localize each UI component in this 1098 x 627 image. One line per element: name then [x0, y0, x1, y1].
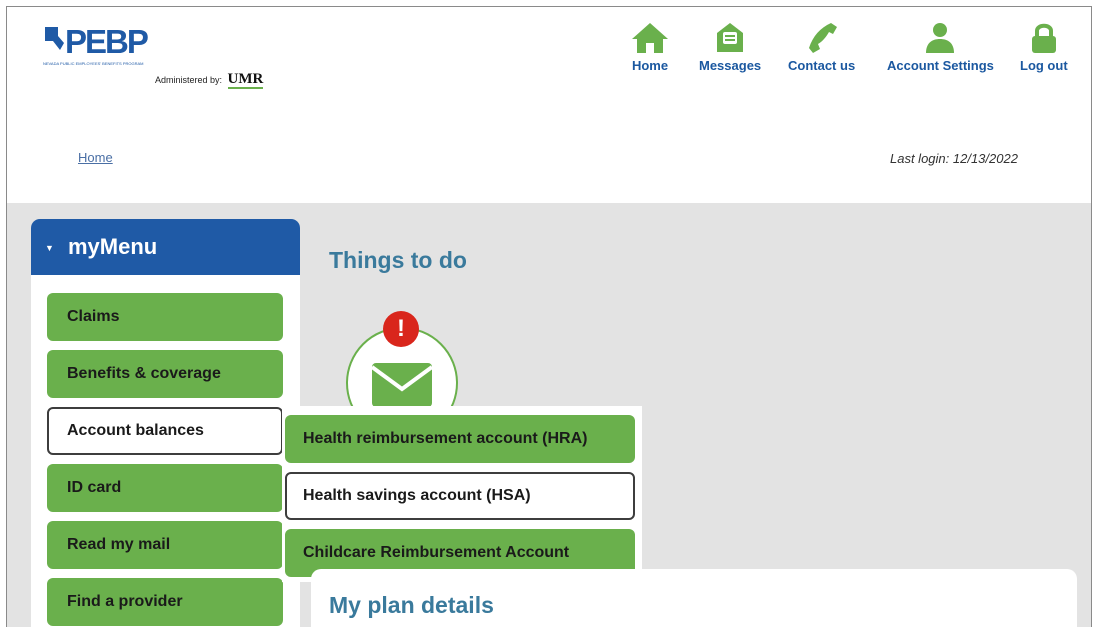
administered-label: Administered by:: [155, 75, 223, 85]
nav-messages[interactable]: Messages: [699, 21, 761, 73]
logo-tagline: NEVADA PUBLIC EMPLOYEES' BENEFITS PROGRA…: [43, 61, 144, 66]
nav-logout[interactable]: Log out: [1020, 21, 1068, 73]
nevada-state-icon: [45, 27, 64, 50]
caret-down-icon: ▼: [45, 243, 54, 253]
mymenu-header[interactable]: ▼ myMenu: [31, 219, 300, 275]
things-to-do-heading: Things to do: [329, 247, 467, 273]
menu-item-benefits-coverage[interactable]: Benefits & coverage: [47, 350, 283, 398]
menu-item-account-balances[interactable]: Account balances: [47, 407, 283, 455]
menu-item-claims[interactable]: Claims: [47, 293, 283, 341]
phone-icon: [808, 23, 837, 53]
pebp-logo[interactable]: PEBP NEVADA PUBLIC EMPLOYEES' BENEFITS P…: [43, 25, 153, 73]
home-icon: [632, 23, 668, 53]
submenu-item-hra[interactable]: Health reimbursement account (HRA): [285, 415, 635, 463]
nav-account-settings[interactable]: Account Settings: [887, 21, 994, 73]
site-header: PEBP NEVADA PUBLIC EMPLOYEES' BENEFITS P…: [7, 7, 1091, 203]
alert-badge: !: [383, 311, 419, 347]
umr-logo: UMR: [227, 71, 264, 89]
nav-logout-label: Log out: [1020, 58, 1068, 73]
submenu-item-hsa[interactable]: Health savings account (HSA): [285, 472, 635, 520]
envelope-icon: [717, 23, 744, 52]
last-login: Last login: 12/13/2022: [890, 151, 1018, 166]
administered-by: Administered by: UMR: [155, 71, 264, 89]
nav-contact[interactable]: Contact us: [788, 21, 855, 73]
nav-account-settings-label: Account Settings: [887, 58, 994, 73]
nav-home[interactable]: Home: [630, 21, 670, 73]
menu-item-find-a-provider[interactable]: Find a provider: [47, 578, 283, 626]
logo-text: PEBP: [65, 23, 149, 60]
nav-home-label: Home: [631, 58, 669, 73]
lock-icon: [1031, 23, 1056, 53]
mail-icon: [370, 363, 434, 407]
menu-item-read-my-mail[interactable]: Read my mail: [47, 521, 283, 569]
user-icon: [926, 23, 955, 53]
app-window: PEBP NEVADA PUBLIC EMPLOYEES' BENEFITS P…: [6, 6, 1092, 627]
nav-messages-label: Messages: [699, 58, 762, 73]
nav-contact-label: Contact us: [788, 58, 856, 73]
mymenu-title: myMenu: [68, 234, 158, 259]
plan-details-heading: My plan details: [329, 592, 494, 618]
breadcrumb-home[interactable]: Home: [78, 150, 113, 165]
menu-item-id-card[interactable]: ID card: [47, 464, 283, 512]
